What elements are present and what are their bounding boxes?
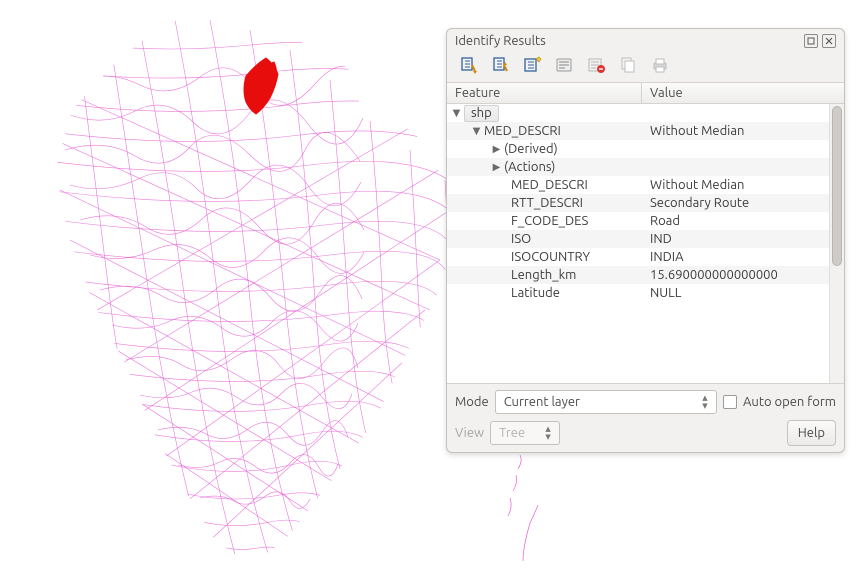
actions-node[interactable]: (Actions)	[504, 160, 555, 174]
attr-value: 15.690000000000000	[642, 268, 829, 282]
view-value: Tree	[499, 426, 525, 440]
column-feature[interactable]: Feature	[447, 83, 642, 103]
dock-icon[interactable]	[804, 34, 818, 48]
attr-value: NULL	[642, 286, 829, 300]
identify-results-panel: Identify Results Feature	[446, 28, 845, 453]
attr-value: INDIA	[642, 250, 829, 264]
expand-tree-icon[interactable]	[457, 54, 479, 76]
print-icon[interactable]	[649, 54, 671, 76]
twisty-down-icon[interactable]: ▼	[451, 107, 462, 119]
chevron-down-icon: ▼	[702, 403, 707, 410]
view-combo: Tree ▲▼	[490, 421, 560, 445]
attr-key: ISO	[511, 232, 531, 246]
attr-value: Road	[642, 214, 829, 228]
form-view-icon[interactable]	[553, 54, 575, 76]
attr-key: MED_DESCRI	[511, 178, 588, 192]
results-header: Feature Value	[447, 82, 844, 104]
results-tree[interactable]: ▼shp ▼MED_DESCRIWithout Median ▶(Derived…	[447, 104, 829, 383]
attr-key: ISOCOUNTRY	[511, 250, 590, 264]
feature-value: Without Median	[642, 124, 829, 138]
clear-results-icon[interactable]	[585, 54, 607, 76]
attr-key: RTT_DESCRI	[511, 196, 583, 210]
results-scrollbar[interactable]	[829, 104, 844, 383]
attr-value: Secondary Route	[642, 196, 829, 210]
attr-key: Length_km	[511, 268, 576, 282]
attr-key: F_CODE_DES	[511, 214, 588, 228]
auto-open-checkbox[interactable]	[723, 395, 737, 409]
feature-node[interactable]: MED_DESCRI	[484, 124, 561, 138]
attr-key: Latitude	[511, 286, 560, 300]
twisty-right-icon[interactable]: ▶	[491, 161, 502, 173]
panel-title: Identify Results	[455, 34, 800, 48]
attr-value: IND	[642, 232, 829, 246]
mode-label: Mode	[455, 395, 489, 409]
chevron-up-icon: ▲	[702, 395, 707, 402]
view-label: View	[455, 426, 484, 440]
layer-node[interactable]: shp	[464, 105, 499, 122]
auto-open-label: Auto open form	[743, 395, 836, 409]
derived-node[interactable]: (Derived)	[504, 142, 558, 156]
close-icon[interactable]	[822, 34, 836, 48]
help-button[interactable]: Help	[787, 420, 836, 446]
collapse-tree-icon[interactable]	[489, 54, 511, 76]
chevron-up-icon: ▲	[545, 426, 550, 433]
column-value[interactable]: Value	[642, 83, 844, 103]
copy-icon[interactable]	[617, 54, 639, 76]
scrollbar-thumb[interactable]	[832, 106, 842, 266]
mode-combo[interactable]: Current layer ▲▼	[495, 390, 717, 414]
twisty-right-icon[interactable]: ▶	[491, 143, 502, 155]
twisty-down-icon[interactable]: ▼	[471, 125, 482, 137]
panel-titlebar[interactable]: Identify Results	[447, 29, 844, 50]
chevron-down-icon: ▼	[545, 434, 550, 441]
identify-toolbar	[447, 50, 844, 82]
expand-new-icon[interactable]	[521, 54, 543, 76]
attr-value: Without Median	[642, 178, 829, 192]
mode-value: Current layer	[504, 395, 580, 409]
